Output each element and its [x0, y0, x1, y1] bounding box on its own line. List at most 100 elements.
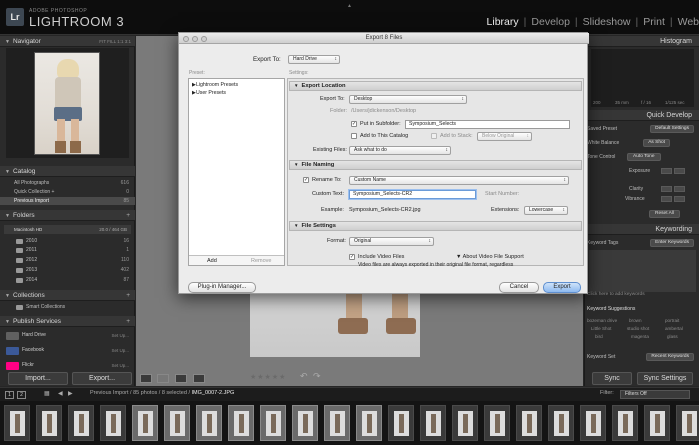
rotate-right-icon[interactable]: ↷ [313, 371, 321, 382]
auto-tone-button[interactable]: Auto Tone [627, 153, 661, 161]
export-confirm-button[interactable]: Export [543, 282, 581, 293]
catalog-header[interactable]: ▼ Catalog [0, 166, 135, 177]
filmstrip-thumbnail[interactable] [452, 405, 478, 441]
keyword-suggestion[interactable]: studio shot [627, 326, 649, 331]
custom-text-input[interactable]: Symposium_Selects-CR2 [349, 190, 476, 199]
filmstrip-thumbnail[interactable] [324, 405, 350, 441]
keyword-suggestion[interactable]: portrait [665, 318, 679, 323]
navigator-header[interactable]: ▼ Navigator FIT FILL 1:1 3:1 [0, 36, 135, 47]
minimize-window-icon[interactable] [192, 36, 198, 42]
filmstrip-thumbnail[interactable] [68, 405, 94, 441]
folder-2014[interactable]: 2014 87 [0, 276, 135, 284]
filmstrip-thumbnail[interactable] [36, 405, 62, 441]
filmstrip-thumbnail[interactable] [164, 405, 190, 441]
histogram-header[interactable]: Histogram [585, 36, 699, 47]
file-naming-header[interactable]: ▼ File Naming [289, 160, 582, 170]
add-to-stack-checkbox[interactable] [431, 133, 437, 139]
volume-macintosh-hd[interactable]: Macintosh HD 20.0 / 464 GB [4, 225, 131, 234]
keyword-suggestions-header[interactable]: Keyword Suggestions [585, 304, 699, 314]
catalog-item-quick-collection[interactable]: Quick Collection + 0 [0, 188, 135, 196]
sync-button[interactable]: Sync [592, 372, 632, 385]
module-print[interactable]: Print [643, 16, 665, 28]
survey-view-icon[interactable] [193, 374, 205, 383]
clarity-decrease-button[interactable] [661, 186, 672, 192]
add-folder-icon[interactable]: + [126, 210, 130, 221]
compare-view-icon[interactable] [175, 374, 187, 383]
keyword-suggestion[interactable]: bozeman drive [587, 318, 617, 323]
filmstrip-thumbnail[interactable] [644, 405, 670, 441]
white-balance-dropdown[interactable]: As Shot [643, 139, 670, 147]
import-button[interactable]: Import... [8, 372, 68, 385]
plugin-manager-button[interactable]: Plug-in Manager... [188, 282, 256, 293]
subfolder-checkbox[interactable]: ✓ [351, 121, 357, 127]
sync-settings-button[interactable]: Sync Settings [637, 372, 693, 385]
setup-link[interactable]: Set Up... [111, 345, 129, 356]
keyword-set-dropdown[interactable]: Recent Keywords [646, 353, 694, 361]
add-to-catalog-checkbox[interactable] [351, 133, 357, 139]
collapse-top-arrow-icon[interactable]: ▲ [347, 3, 352, 9]
extensions-dropdown[interactable]: Lowercase [524, 206, 568, 215]
keywording-header[interactable]: Keywording [585, 224, 699, 235]
keyword-suggestion[interactable]: bird [595, 334, 603, 339]
filmstrip-thumbnail[interactable] [196, 405, 222, 441]
setup-link[interactable]: Set Up... [111, 360, 129, 371]
loupe-view-icon[interactable] [157, 374, 169, 383]
reset-all-button[interactable]: Reset All [649, 210, 680, 218]
vibrance-decrease-button[interactable] [661, 196, 672, 202]
filmstrip-source-path[interactable]: Previous Import / 85 photos / 8 selected… [90, 390, 234, 396]
add-collection-icon[interactable]: + [126, 290, 130, 301]
keyword-suggestion[interactable]: magenta [631, 334, 649, 339]
catalog-item-all-photographs[interactable]: All Photographs 616 [0, 179, 135, 187]
filmstrip-thumbnail[interactable] [228, 405, 254, 441]
location-export-to-dropdown[interactable]: Desktop [349, 95, 467, 104]
folder-2013[interactable]: 2013 402 [0, 266, 135, 274]
publish-flickr[interactable]: Flickr Set Up... [6, 360, 131, 371]
keyword-suggestion[interactable]: Little Shot [591, 326, 611, 331]
filmstrip-thumbnail[interactable] [484, 405, 510, 441]
setup-link[interactable]: Set Up... [111, 330, 129, 341]
secondary-display-1[interactable]: 1 [5, 391, 14, 399]
forward-arrow-icon[interactable]: ▶ [68, 390, 73, 397]
export-to-dropdown[interactable]: Hard Drive [288, 55, 340, 64]
quick-develop-header[interactable]: Quick Develop [585, 110, 699, 121]
add-preset-button[interactable]: Add [207, 258, 217, 264]
secondary-display-2[interactable]: 2 [17, 391, 26, 399]
filmstrip-thumbnail[interactable] [580, 405, 606, 441]
module-develop[interactable]: Develop [531, 16, 570, 28]
filmstrip-thumbnail[interactable] [516, 405, 542, 441]
keyword-tags-dropdown[interactable]: Enter Keywords [650, 239, 694, 247]
module-library[interactable]: Library [487, 16, 519, 28]
format-dropdown[interactable]: Original [349, 237, 434, 246]
preset-folder-user[interactable]: ▶User Presets [192, 90, 226, 96]
subfolder-input[interactable]: Symposium_Selects [405, 120, 570, 129]
about-video-link[interactable]: ▼ About Video File Support [456, 254, 524, 260]
remove-preset-button[interactable]: Remove [251, 258, 271, 264]
module-slideshow[interactable]: Slideshow [583, 16, 631, 28]
keyword-suggestion[interactable]: brown [629, 318, 642, 323]
zoom-window-icon[interactable] [201, 36, 207, 42]
filter-dropdown[interactable]: Filters Off [620, 390, 690, 399]
export-button[interactable]: Export... [72, 372, 132, 385]
catalog-item-previous-import[interactable]: Previous Import 85 [0, 197, 135, 205]
filmstrip-thumbnail[interactable] [548, 405, 574, 441]
filmstrip-thumbnail[interactable] [260, 405, 286, 441]
publish-services-header[interactable]: ▼ Publish Services + [0, 316, 135, 327]
filmstrip-thumbnail[interactable] [292, 405, 318, 441]
clarity-increase-button[interactable] [674, 186, 685, 192]
include-video-checkbox[interactable]: ✓ [349, 254, 355, 260]
stack-position-dropdown[interactable]: Below Original [477, 132, 532, 141]
cancel-button[interactable]: Cancel [499, 282, 539, 293]
grid-icon[interactable]: ▦ [44, 390, 50, 397]
module-web[interactable]: Web [678, 16, 699, 28]
filmstrip-thumbnail[interactable] [676, 405, 699, 441]
back-arrow-icon[interactable]: ◀ [58, 390, 63, 397]
publish-facebook[interactable]: Facebook Set Up... [6, 345, 131, 356]
grid-view-icon[interactable] [140, 374, 152, 383]
filmstrip-thumbnail[interactable] [612, 405, 638, 441]
vibrance-increase-button[interactable] [674, 196, 685, 202]
smart-collections-set[interactable]: Smart Collections [0, 303, 135, 311]
rotate-left-icon[interactable]: ↶ [300, 371, 308, 382]
keyword-suggestion[interactable]: ambertal [665, 326, 683, 331]
add-publish-service-icon[interactable]: + [126, 316, 130, 327]
filmstrip-thumbnail[interactable] [4, 405, 30, 441]
